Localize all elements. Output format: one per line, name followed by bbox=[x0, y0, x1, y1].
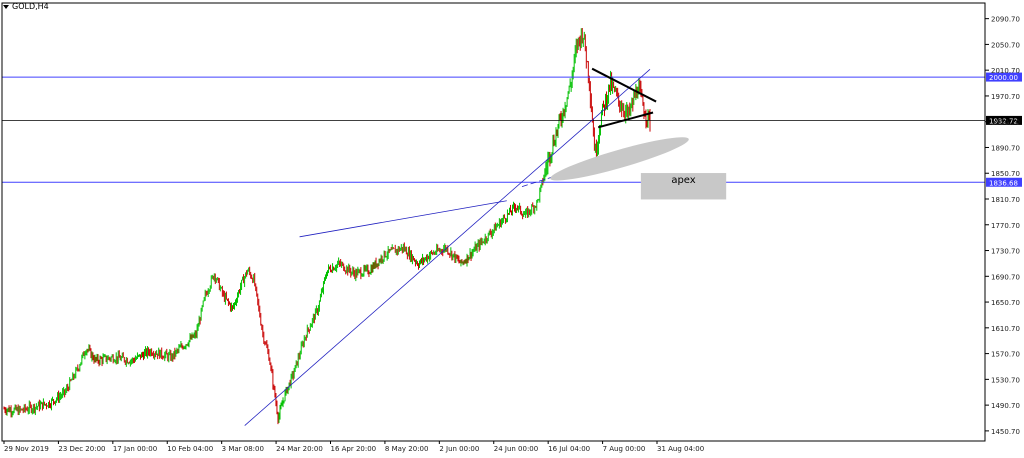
x-tick-label: 2 Jun 00:00 bbox=[439, 445, 479, 453]
x-tick-label: 24 Jun 00:00 bbox=[494, 445, 538, 453]
chevron-down-icon bbox=[3, 4, 9, 9]
x-tick-label: 7 Aug 00:00 bbox=[603, 445, 646, 453]
x-tick-label: 31 Aug 04:00 bbox=[657, 445, 704, 453]
x-tick-label: 17 Jan 00:00 bbox=[113, 445, 157, 453]
y-tick-label: 1450.70 bbox=[991, 428, 1020, 436]
chart-canvas[interactable]: 2000.001836.681932.72apex 2090.702050.70… bbox=[0, 0, 1024, 454]
y-tick-label: 1850.70 bbox=[991, 170, 1020, 178]
symbol-label: GOLD,H4 bbox=[12, 2, 49, 11]
y-tick-label: 1810.70 bbox=[991, 196, 1020, 204]
level-tag-label: 2000.00 bbox=[989, 74, 1018, 82]
y-tick-label: 2050.70 bbox=[991, 41, 1020, 49]
y-tick-label: 1610.70 bbox=[991, 325, 1020, 333]
y-tick-label: 1650.70 bbox=[991, 299, 1020, 307]
x-tick-label: 3 Mar 08:00 bbox=[222, 445, 264, 453]
y-tick-label: 2010.70 bbox=[991, 67, 1020, 75]
y-tick-label: 1570.70 bbox=[991, 351, 1020, 359]
y-tick-label: 1530.70 bbox=[991, 376, 1020, 384]
x-tick-label: 8 May 20:00 bbox=[385, 445, 429, 453]
y-tick-label: 1490.70 bbox=[991, 402, 1020, 410]
x-tick-label: 23 Dec 20:00 bbox=[58, 445, 105, 453]
y-tick-label: 1890.70 bbox=[991, 144, 1020, 152]
price-chart[interactable]: 2000.00 1836.68 1932.72 apex 2090.70 2050.70… bbox=[0, 0, 1024, 454]
x-tick-label: 16 Apr 20:00 bbox=[331, 445, 377, 453]
symbol-title[interactable]: GOLD,H4 bbox=[3, 2, 49, 11]
y-tick-label: 1930.70 bbox=[991, 119, 1020, 127]
y-tick-label: 1770.70 bbox=[991, 222, 1020, 230]
y-tick-label: 1690.70 bbox=[991, 273, 1020, 281]
x-tick-label: 29 Nov 2019 bbox=[4, 445, 49, 453]
level-tag-label: 1836.68 bbox=[989, 179, 1018, 187]
apex-label: apex bbox=[671, 175, 695, 186]
y-tick-label: 2090.70 bbox=[991, 16, 1020, 24]
x-tick-label: 10 Feb 04:00 bbox=[167, 445, 213, 453]
y-tick-label: 1970.70 bbox=[991, 93, 1020, 101]
y-tick-label: 1730.70 bbox=[991, 248, 1020, 256]
x-tick-label: 24 Mar 20:00 bbox=[276, 445, 323, 453]
x-tick-label: 16 Jul 04:00 bbox=[548, 445, 590, 453]
